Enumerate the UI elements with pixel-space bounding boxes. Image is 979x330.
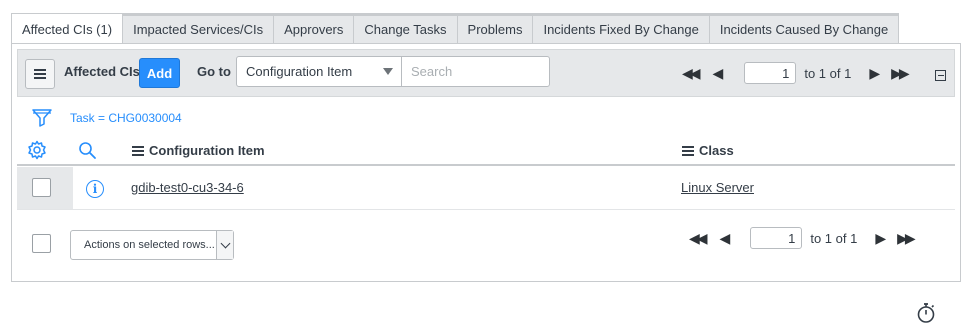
select-all-checkbox[interactable] [32,234,51,253]
goto-label: Go to [197,64,231,79]
row-select-cell [17,167,73,209]
tab-incidents-fixed[interactable]: Incidents Fixed By Change [533,13,710,44]
list-toolbar: Affected CIs Add Go to Configuration Ite… [17,49,955,97]
configuration-item-link[interactable]: gdib-test0-cu3-34-6 [131,180,244,195]
next-page-icon[interactable]: ▶ [869,65,880,82]
top-pager: ◀◀ ◀ to 1 of 1 ▶ ▶▶ [682,62,910,84]
goto-field-select[interactable]: Configuration Item [236,56,402,87]
list-menu-button[interactable] [25,59,55,89]
actions-select-label: Actions on selected rows... [84,239,215,251]
chevron-down-icon[interactable] [216,231,233,259]
column-header-class[interactable]: Class [682,143,734,158]
first-page-icon[interactable]: ◀◀ [682,65,700,82]
search-icon[interactable] [78,141,97,160]
collapse-icon[interactable] [935,70,946,81]
column-menu-icon[interactable] [682,145,694,156]
timer-icon[interactable] [916,302,936,324]
tab-change-tasks[interactable]: Change Tasks [354,13,458,44]
first-page-icon[interactable]: ◀◀ [689,230,707,247]
related-list-tabs: Affected CIs (1) Impacted Services/CIs A… [11,13,900,45]
page-number-input[interactable] [744,62,797,84]
page-range-text: to 1 of 1 [804,65,852,81]
hamburger-icon [34,69,46,79]
bottom-pager: ◀◀ ◀ to 1 of 1 ▶ ▶▶ [689,227,916,249]
search-input[interactable] [401,56,550,87]
page-range-text: to 1 of 1 [810,230,858,246]
actions-select[interactable]: Actions on selected rows... [70,230,234,260]
tab-approvers[interactable]: Approvers [274,13,355,44]
tab-problems[interactable]: Problems [457,13,534,44]
column-header-configuration-item[interactable]: Configuration Item [132,143,265,158]
info-icon[interactable]: i [86,180,104,198]
caret-down-icon [383,68,393,75]
column-menu-icon[interactable] [132,145,144,156]
last-page-icon[interactable]: ▶▶ [897,230,915,247]
column-header-label: Configuration Item [149,143,265,158]
tab-incidents-caused[interactable]: Incidents Caused By Change [709,13,900,44]
column-header-label: Class [699,143,734,158]
list-title: Affected CIs [64,64,140,79]
table-header: Configuration Item Class [17,139,955,166]
filter-icon[interactable] [31,107,53,129]
goto-field-value: Configuration Item [246,64,353,79]
add-button[interactable]: Add [139,58,180,88]
gear-icon[interactable] [27,140,47,160]
filter-breadcrumb[interactable]: Task = CHG0030004 [70,111,182,125]
class-link[interactable]: Linux Server [681,180,754,195]
prev-page-icon[interactable]: ◀ [720,230,731,247]
prev-page-icon[interactable]: ◀ [713,65,724,82]
next-page-icon[interactable]: ▶ [875,230,886,247]
row-checkbox[interactable] [32,178,51,197]
page-number-input[interactable] [750,227,803,249]
tab-impacted-services[interactable]: Impacted Services/CIs [123,13,275,44]
last-page-icon[interactable]: ▶▶ [891,65,909,82]
tab-affected-cis[interactable]: Affected CIs (1) [11,13,124,45]
table-row: i gdib-test0-cu3-34-6 Linux Server [17,167,955,210]
related-list-panel: Affected CIs Add Go to Configuration Ite… [11,43,961,282]
